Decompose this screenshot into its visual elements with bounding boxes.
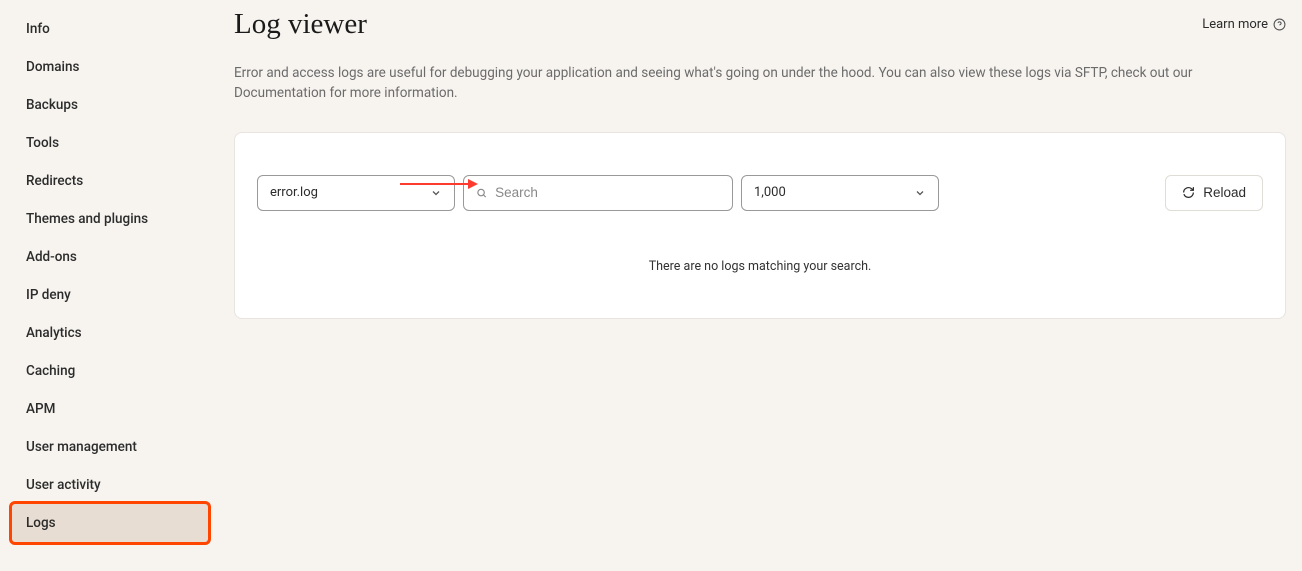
reload-button[interactable]: Reload [1165, 175, 1263, 211]
search-input[interactable] [495, 185, 720, 200]
sidebar-item-logs[interactable]: Logs [12, 504, 208, 542]
sidebar-item-info[interactable]: Info [0, 10, 220, 48]
sidebar-item-ip-deny[interactable]: IP deny [0, 276, 220, 314]
help-icon [1273, 18, 1286, 31]
limit-value: 1,000 [754, 185, 914, 200]
page-description: Error and access logs are useful for deb… [234, 63, 1194, 104]
sidebar-item-user-management[interactable]: User management [0, 428, 220, 466]
sidebar-item-caching[interactable]: Caching [0, 352, 220, 390]
sidebar-item-redirects[interactable]: Redirects [0, 162, 220, 200]
header-row: Log viewer Learn more [234, 8, 1286, 41]
learn-more-link[interactable]: Learn more [1202, 17, 1286, 32]
search-icon [476, 187, 487, 199]
log-panel: error.log 1,000 Reload Ther [234, 132, 1286, 319]
sidebar-item-user-activity[interactable]: User activity [0, 466, 220, 504]
chevron-down-icon [430, 187, 442, 199]
limit-select[interactable]: 1,000 [741, 175, 939, 211]
sidebar-item-tools[interactable]: Tools [0, 124, 220, 162]
sidebar-item-analytics[interactable]: Analytics [0, 314, 220, 352]
log-file-select[interactable]: error.log [257, 175, 455, 211]
empty-results-message: There are no logs matching your search. [257, 259, 1263, 274]
search-field-wrap[interactable] [463, 175, 733, 211]
reload-icon [1182, 186, 1195, 199]
sidebar-item-themes-plugins[interactable]: Themes and plugins [0, 200, 220, 238]
sidebar-item-backups[interactable]: Backups [0, 86, 220, 124]
reload-label: Reload [1203, 185, 1246, 200]
sidebar-item-domains[interactable]: Domains [0, 48, 220, 86]
sidebar-item-addons[interactable]: Add-ons [0, 238, 220, 276]
main-content: Log viewer Learn more Error and access l… [220, 0, 1302, 571]
page-title: Log viewer [234, 8, 367, 41]
sidebar: Info Domains Backups Tools Redirects The… [0, 0, 220, 571]
controls-row: error.log 1,000 Reload [257, 175, 1263, 211]
chevron-down-icon [914, 187, 926, 199]
log-file-value: error.log [270, 185, 430, 200]
learn-more-label: Learn more [1202, 17, 1268, 32]
sidebar-item-apm[interactable]: APM [0, 390, 220, 428]
